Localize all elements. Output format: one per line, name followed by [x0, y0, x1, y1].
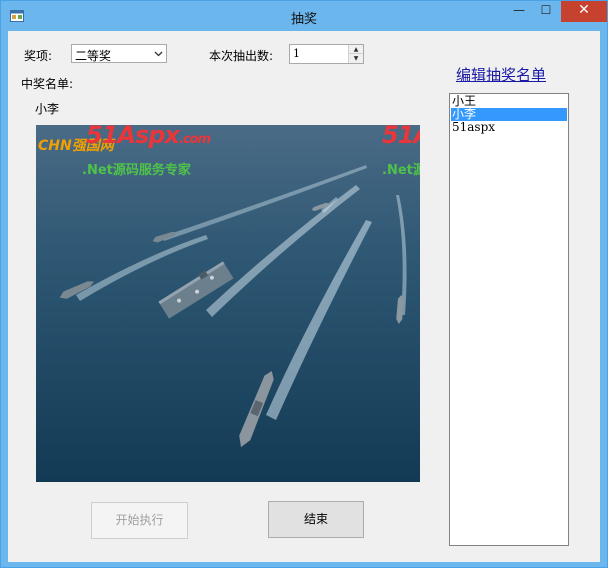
fleet-photo-image	[36, 125, 420, 482]
draw-count-stepper[interactable]: 1 ▲ ▼	[289, 44, 364, 64]
close-icon[interactable]: ✕	[561, 1, 607, 22]
winners-label: 中奖名单:	[21, 77, 74, 91]
prize-label: 奖项:	[24, 49, 53, 63]
participants-listbox[interactable]: 小王 小李 51aspx	[449, 93, 569, 546]
spin-down-icon[interactable]: ▼	[349, 54, 363, 63]
prize-select[interactable]: 二等奖	[71, 44, 167, 63]
brand-text: 51Aspx	[382, 125, 420, 149]
chevron-down-icon[interactable]	[151, 45, 166, 62]
slogan-watermark-left: .Net源码服务专家	[82, 163, 191, 178]
prize-photo: CHN强国网 51Aspx.com .Net源码服务专家 51Aspx.com …	[36, 125, 420, 482]
edit-list-link[interactable]: 编辑抽奖名单	[456, 64, 546, 85]
start-button[interactable]: 开始执行	[91, 502, 188, 539]
brand-domain: .com	[178, 132, 211, 147]
spin-up-icon[interactable]: ▲	[349, 45, 363, 54]
brand-watermark-left: 51Aspx.com	[86, 125, 211, 149]
winner-name: 小李	[35, 102, 60, 116]
app-window: 抽奖 — ☐ ✕ 奖项: 二等奖 本次抽出数: 1 ▲ ▼ 中奖名单: 小李 编…	[0, 0, 608, 568]
brand-text: 51Aspx	[86, 125, 180, 149]
title-bar[interactable]: 抽奖 — ☐ ✕	[1, 1, 607, 31]
list-item[interactable]: 51aspx	[451, 121, 567, 134]
draw-count-value: 1	[293, 47, 300, 60]
brand-watermark-right: 51Aspx.com	[382, 125, 420, 149]
draw-count-label: 本次抽出数:	[209, 49, 274, 63]
end-button[interactable]: 结束	[268, 501, 364, 538]
prize-select-value: 二等奖	[75, 49, 112, 63]
client-area: 奖项: 二等奖 本次抽出数: 1 ▲ ▼ 中奖名单: 小李 编辑抽奖名单 小王 …	[8, 31, 600, 562]
stepper-buttons: ▲ ▼	[348, 45, 363, 63]
slogan-watermark-right: .Net源码服务专家	[382, 163, 420, 178]
maximize-icon[interactable]: ☐	[533, 1, 559, 22]
minimize-icon[interactable]: —	[505, 1, 533, 22]
